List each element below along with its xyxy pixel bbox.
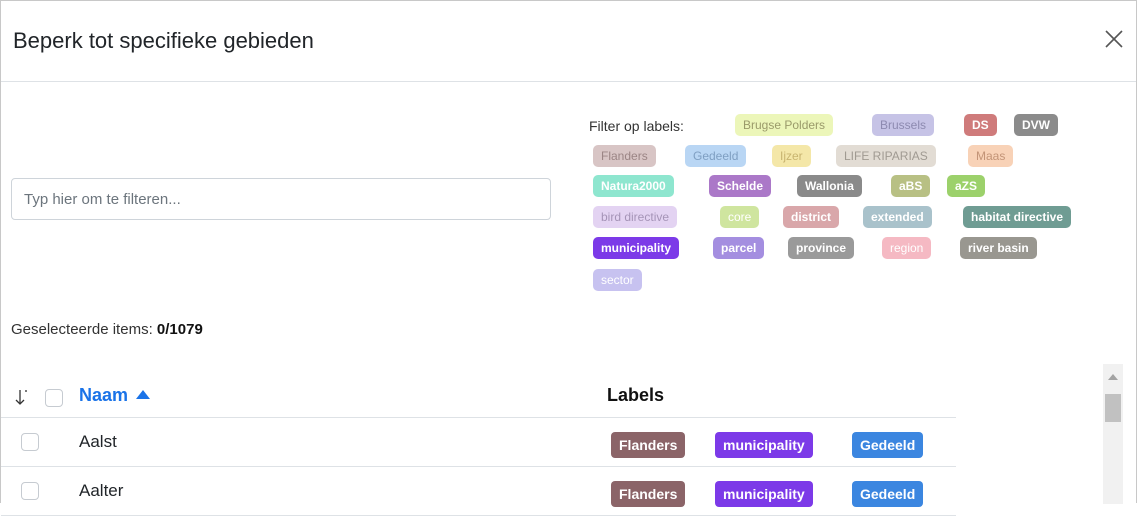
filter-chip-river-basin[interactable]: river basin: [960, 237, 1037, 259]
selection-count-label: Geselecteerde items:: [11, 321, 157, 338]
filter-chip-dvw[interactable]: DVW: [1014, 114, 1058, 136]
filter-chip-district[interactable]: district: [783, 206, 840, 228]
filter-chip-core[interactable]: core: [720, 206, 760, 228]
sort-ascending-icon: [136, 390, 151, 399]
filter-chip-region[interactable]: region: [882, 237, 932, 259]
filter-chip-brugse-polders[interactable]: Brugse Polders: [735, 114, 834, 136]
select-all-checkbox[interactable]: [45, 389, 63, 407]
scrollbar-thumb[interactable]: [1105, 394, 1121, 422]
filter-chip-parcel[interactable]: parcel: [713, 237, 765, 259]
filter-chip-gedeeld[interactable]: Gedeeld: [685, 145, 747, 167]
scroll-up-arrow-icon[interactable]: [1108, 374, 1118, 380]
row-checkbox[interactable]: [21, 433, 39, 451]
row-name: Aalter: [79, 481, 124, 500]
column-header-naam-label: Naam: [79, 385, 129, 405]
close-icon[interactable]: [1100, 25, 1128, 53]
table-row[interactable]: Aalter Flanders municipality Gedeeld: [1, 467, 956, 516]
filter-chip-ds[interactable]: DS: [964, 114, 997, 136]
filter-chip-bird-directive[interactable]: bird directive: [593, 206, 678, 228]
column-header-naam[interactable]: Naam: [79, 385, 151, 406]
column-header-labels: Labels: [607, 385, 665, 405]
row-tag-gedeeld: Gedeeld: [852, 481, 924, 507]
row-tag-gedeeld: Gedeeld: [852, 432, 924, 458]
dialog-title: Beperk tot specifieke gebieden: [13, 28, 314, 53]
table-scrollbar[interactable]: [1103, 364, 1123, 504]
row-tag-municipality: municipality: [715, 481, 813, 507]
filter-chip-schelde[interactable]: Schelde: [709, 175, 772, 197]
filter-chip-province[interactable]: province: [788, 237, 855, 259]
row-tag-flanders: Flanders: [611, 481, 686, 507]
selection-count: Geselecteerde items: 0/1079: [11, 321, 203, 338]
search-input[interactable]: [11, 178, 551, 220]
row-name: Aalst: [79, 432, 117, 451]
filter-chip-ijzer[interactable]: Ijzer: [772, 145, 811, 167]
filter-chip-habitat-directive[interactable]: habitat directive: [963, 206, 1072, 228]
dialog: Beperk tot specifieke gebieden Filter op…: [0, 0, 1137, 516]
row-tag-flanders: Flanders: [611, 432, 686, 458]
filter-chip-extended[interactable]: extended: [863, 206, 932, 228]
selection-count-value: 0/1079: [156, 321, 203, 338]
table-row[interactable]: Aalst Flanders municipality Gedeeld: [1, 418, 956, 467]
filter-chip-maas[interactable]: Maas: [968, 145, 1014, 167]
filter-chip-azs[interactable]: aZS: [947, 175, 986, 197]
filter-chip-natura2000[interactable]: Natura2000: [593, 175, 674, 197]
filter-label: Filter op labels:: [589, 118, 684, 134]
dialog-header: Beperk tot specifieke gebieden: [1, 1, 1136, 82]
filter-chip-sector[interactable]: sector: [593, 269, 642, 291]
filter-chip-abs[interactable]: aBS: [891, 175, 931, 197]
row-tag-municipality: municipality: [715, 432, 813, 458]
filter-chip-flanders[interactable]: Flanders: [593, 145, 656, 167]
row-checkbox[interactable]: [21, 482, 39, 500]
filter-chip-wallonia[interactable]: Wallonia: [797, 175, 862, 197]
filter-chip-municipality[interactable]: municipality: [593, 237, 680, 259]
table-header: Naam Labels: [1, 369, 956, 418]
filter-chip-life-riparias[interactable]: LIFE RIPARIAS: [836, 145, 936, 167]
filter-chip-brussels[interactable]: Brussels: [872, 114, 935, 136]
sort-icon[interactable]: [14, 388, 30, 406]
